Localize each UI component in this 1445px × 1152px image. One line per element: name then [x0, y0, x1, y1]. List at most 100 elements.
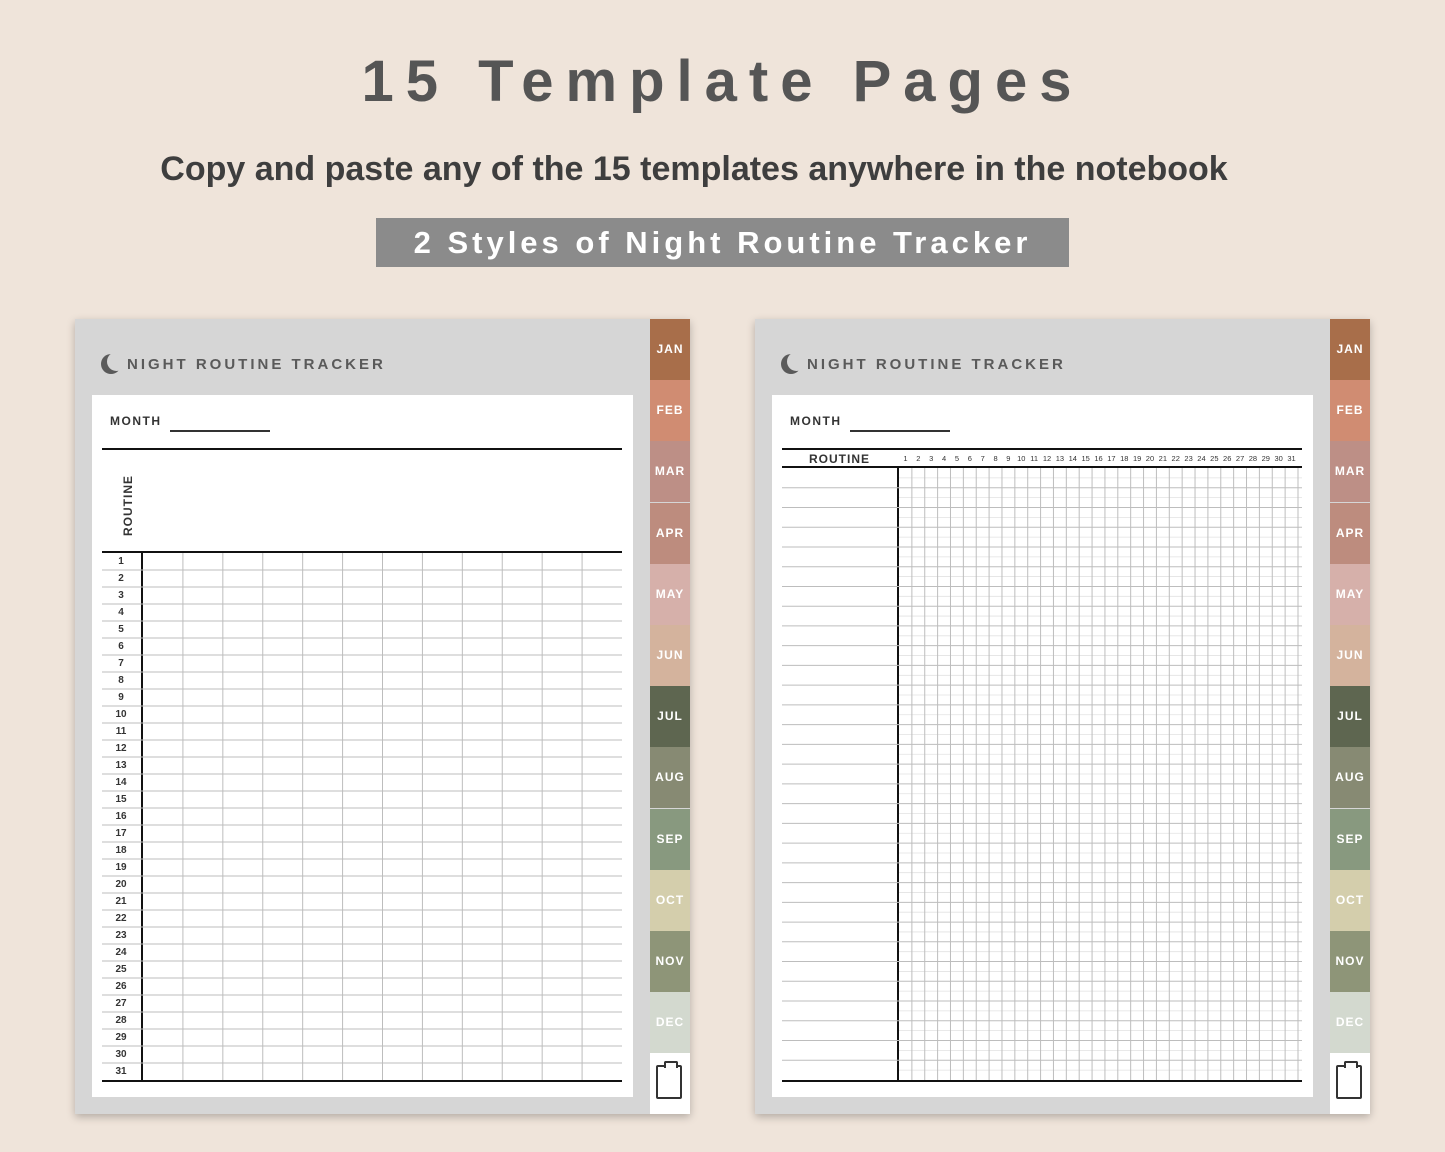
tab-feb[interactable]: FEB	[650, 380, 690, 442]
routine-grid[interactable]	[772, 395, 1313, 1097]
subtitle: Copy and paste any of the 15 templates a…	[160, 150, 1228, 188]
day-number: 17	[115, 828, 127, 839]
day-number: 2	[118, 573, 124, 584]
day-number: 13	[1055, 454, 1065, 463]
tab-nov[interactable]: NOV	[1330, 931, 1370, 992]
page-title: NIGHT ROUTINE TRACKER	[127, 355, 386, 373]
tracker-page-style-2: NIGHT ROUTINE TRACKER MONTH ROUTINE 1234…	[755, 319, 1370, 1114]
day-number: 5	[954, 454, 959, 463]
day-number: 11	[115, 726, 127, 737]
day-number: 4	[118, 607, 124, 618]
tab-mar[interactable]: MAR	[650, 441, 690, 503]
tab-jul[interactable]: JUL	[1330, 686, 1370, 748]
tab-nov[interactable]: NOV	[650, 931, 690, 992]
day-number: 31	[115, 1066, 127, 1077]
day-number: 27	[115, 998, 127, 1009]
tab-sep[interactable]: SEP	[1330, 808, 1370, 870]
tab-dec[interactable]: DEC	[1330, 992, 1370, 1054]
day-number: 12	[115, 743, 127, 754]
templates-tab[interactable]	[650, 1053, 690, 1114]
moon-icon	[781, 352, 806, 374]
day-number: 21	[1158, 454, 1168, 463]
clipboard-icon	[1336, 1061, 1362, 1099]
day-number: 16	[1094, 454, 1103, 463]
day-number: 27	[1235, 454, 1245, 463]
day-number: 2	[916, 454, 921, 463]
tab-sep[interactable]: SEP	[650, 808, 690, 870]
tracker-sheet: MONTH ROUTINE 1 2 3 4 5 6 7 8 9 10 11 12 13 14 15 16 17 1…	[772, 395, 1313, 1097]
day-number: 8	[118, 675, 124, 686]
day-number: 19	[115, 862, 127, 873]
tab-aug[interactable]: AUG	[1330, 747, 1370, 809]
day-number: 20	[1145, 454, 1155, 463]
tab-jun[interactable]: JUN	[1330, 625, 1370, 686]
tab-jun[interactable]: JUN	[650, 625, 690, 686]
day-number: 8	[993, 454, 998, 463]
day-number: 23	[115, 930, 127, 941]
day-number: 14	[115, 777, 127, 788]
tab-dec[interactable]: DEC	[650, 992, 690, 1054]
day-number: 29	[115, 1032, 127, 1043]
tab-apr[interactable]: APR	[1330, 502, 1370, 564]
day-number: 25	[1210, 454, 1219, 463]
moon-icon	[101, 352, 126, 374]
tab-jan[interactable]: JAN	[650, 319, 690, 380]
tab-oct[interactable]: OCT	[1330, 869, 1370, 931]
day-number: 20	[115, 879, 127, 890]
day-number: 18	[115, 845, 127, 856]
routine-grid[interactable]	[92, 395, 633, 1097]
main-title: 15 Template Pages	[361, 49, 1084, 114]
day-number: 7	[980, 454, 985, 463]
day-number: 16	[115, 811, 127, 822]
day-number: 28	[1248, 454, 1258, 463]
day-number: 28	[115, 1015, 127, 1026]
month-tabs: JAN FEB MAR APR MAY JUN JUL AUG SEP OCT NOV DEC	[650, 319, 690, 1114]
day-number: 26	[115, 981, 127, 992]
day-number: 21	[115, 896, 127, 907]
page-header: NIGHT ROUTINE TRACKER	[781, 352, 1066, 375]
day-number: 3	[929, 454, 934, 463]
tab-may[interactable]: MAY	[1330, 563, 1370, 625]
tab-mar[interactable]: MAR	[1330, 441, 1370, 503]
tab-jul[interactable]: JUL	[650, 686, 690, 748]
day-number: 26	[1223, 454, 1232, 463]
day-number: 4	[941, 454, 947, 463]
styles-banner: 2 Styles of Night Routine Tracker	[376, 218, 1069, 267]
day-number: 6	[118, 641, 124, 652]
tab-feb[interactable]: FEB	[1330, 380, 1370, 442]
day-number: 23	[1184, 454, 1193, 463]
tracker-sheet: MONTH ROUTINE 1 2 3 4 5 6 7 8 9 10 11 12 13 14 15 16 17 1…	[92, 395, 633, 1097]
day-number: 30	[1274, 454, 1283, 463]
day-number: 30	[115, 1049, 127, 1060]
day-number: 29	[1261, 454, 1270, 463]
day-number: 7	[118, 658, 124, 669]
tab-oct[interactable]: OCT	[650, 869, 690, 931]
day-number: 12	[1042, 454, 1052, 463]
tab-jan[interactable]: JAN	[1330, 319, 1370, 380]
tab-apr[interactable]: APR	[650, 502, 690, 564]
day-number: 18	[1120, 454, 1129, 463]
page-title: NIGHT ROUTINE TRACKER	[807, 355, 1066, 373]
day-number: 3	[118, 590, 124, 601]
templates-tab[interactable]	[1330, 1053, 1370, 1114]
day-number: 9	[118, 692, 124, 703]
day-number: 17	[1107, 454, 1116, 463]
tab-aug[interactable]: AUG	[650, 747, 690, 809]
day-number: 1	[903, 454, 908, 463]
clipboard-icon	[656, 1061, 682, 1099]
day-number: 15	[1081, 454, 1090, 463]
day-number: 6	[967, 454, 972, 463]
day-number: 24	[1197, 454, 1206, 463]
page-header: NIGHT ROUTINE TRACKER	[101, 352, 386, 375]
day-number: 24	[115, 947, 127, 958]
tab-may[interactable]: MAY	[650, 563, 690, 625]
day-number: 31	[1287, 454, 1296, 463]
day-number: 25	[115, 964, 127, 975]
day-number: 5	[118, 624, 124, 635]
day-number: 1	[118, 556, 124, 567]
day-number: 10	[115, 709, 127, 720]
day-number: 10	[1017, 454, 1026, 463]
day-number: 14	[1068, 454, 1077, 463]
day-number: 13	[115, 760, 127, 771]
day-number: 22	[115, 913, 127, 924]
